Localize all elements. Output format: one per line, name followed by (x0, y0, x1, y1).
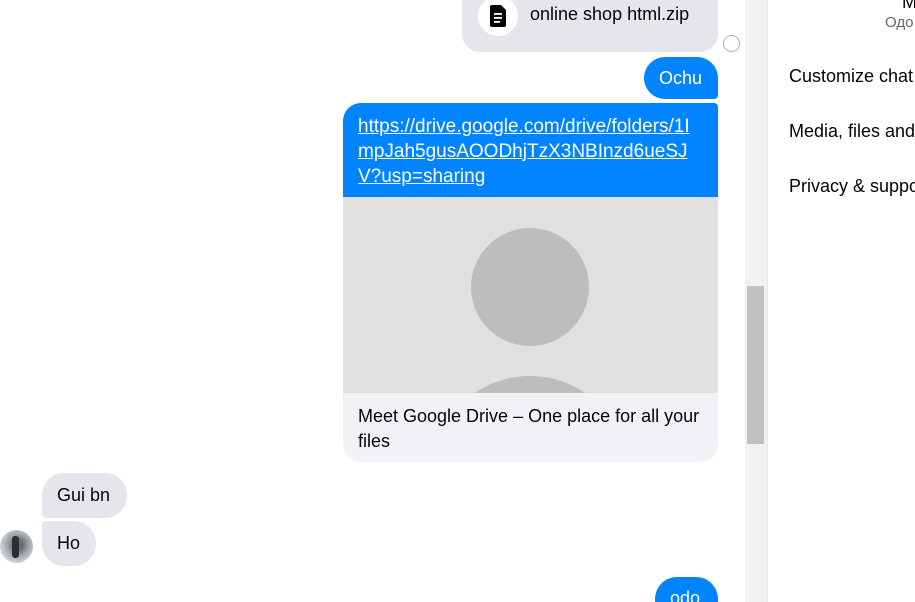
link-text-area: https://drive.google.com/drive/folders/1… (343, 103, 718, 197)
file-name[interactable]: online shop html.zip (530, 4, 689, 25)
contact-status: Одо (885, 14, 914, 31)
outgoing-message[interactable]: Ochu (644, 57, 718, 99)
link-preview-title[interactable]: Meet Google Drive – One place for all yo… (343, 393, 718, 454)
file-attachment-message[interactable]: online shop html.zip (462, 0, 718, 52)
contact-name: M (902, 0, 915, 13)
drive-link[interactable]: https://drive.google.com/drive/folders/1… (358, 116, 690, 187)
privacy-support-item[interactable]: Privacy & support (789, 176, 915, 197)
media-files-links-item[interactable]: Media, files and links (789, 121, 915, 142)
incoming-message[interactable]: Ho (42, 521, 96, 566)
placeholder-avatar-head (471, 228, 589, 346)
incoming-message[interactable]: Gui bn (42, 473, 127, 518)
scrollbar-thumb[interactable] (747, 286, 764, 444)
placeholder-avatar-body (431, 376, 629, 393)
chat-scrollbar[interactable] (745, 0, 767, 602)
document-icon-wrapper (478, 0, 518, 36)
customize-chat-item[interactable]: Customize chat (789, 66, 913, 87)
conversation-info-panel: M Одо Customize chat Media, files and li… (767, 0, 915, 602)
sent-status-icon (723, 35, 740, 52)
document-icon (490, 5, 506, 27)
link-message[interactable]: https://drive.google.com/drive/folders/1… (343, 103, 718, 462)
outgoing-message[interactable]: odo (655, 577, 718, 602)
link-preview-image[interactable] (343, 197, 718, 393)
sender-avatar[interactable] (0, 530, 33, 563)
chat-message-list[interactable]: online shop html.zip Ochu https://drive.… (0, 0, 745, 602)
